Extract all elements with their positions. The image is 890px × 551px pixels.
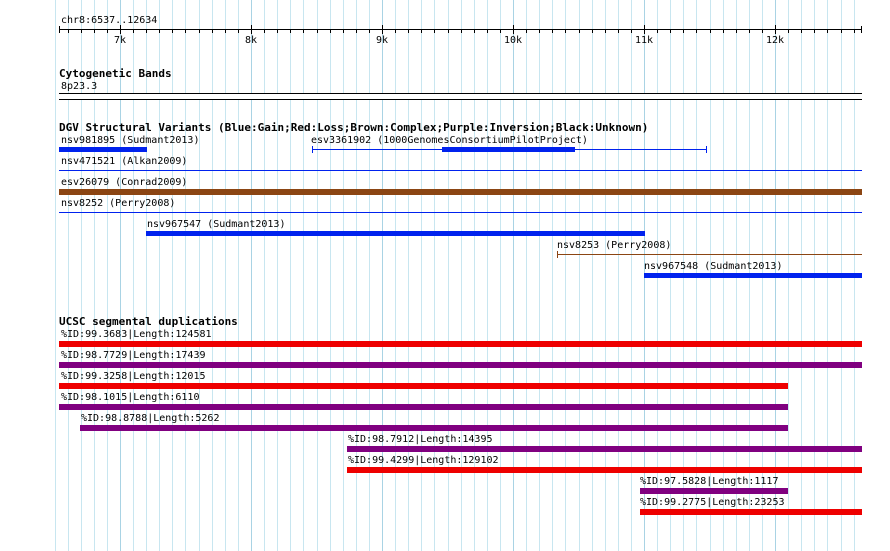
segdup-feature-bar[interactable] [347,467,862,473]
dgv-feature-label: esv26079 (Conrad2009) [61,177,188,188]
dgv-feature-bar[interactable] [644,273,862,278]
segdup-feature-bar[interactable] [347,446,862,452]
segdup-feature-bar[interactable] [80,425,788,431]
segdup-feature-label: %ID:99.3683|Length:124581 [61,329,212,340]
dgv-feature-bar[interactable] [59,189,862,195]
segdup-feature-label: %ID:98.7912|Length:14395 [348,434,493,445]
ruler-left-arrow-icon [59,26,60,33]
cytoband-band[interactable] [59,93,862,100]
dgv-feature-label: nsv967548 (Sudmant2013) [644,261,783,272]
dgv-feature-label: nsv967547 (Sudmant2013) [147,219,286,230]
segdup-feature-label: %ID:97.5828|Length:1117 [640,476,779,487]
dgv-feature-line[interactable] [59,170,862,171]
segdup-feature-label: %ID:98.8788|Length:5262 [81,413,220,424]
segdup-feature-bar[interactable] [59,362,862,368]
dgv-feature-label: esv3361902 (1000GenomesConsortiumPilotPr… [311,135,588,146]
segdup-feature-label: %ID:99.4299|Length:129102 [348,455,499,466]
segdup-feature-bar[interactable] [59,341,862,347]
dgv-feature-start-tick [312,146,313,153]
segdup-feature-label: %ID:98.7729|Length:17439 [61,350,206,361]
ruler-tick-12k: 12k [765,35,785,46]
segdup-feature-bar[interactable] [59,404,788,410]
ruler-tick-10k: 10k [503,35,523,46]
segdup-feature-bar[interactable] [640,488,788,494]
dgv-feature-label: nsv8253 (Perry2008) [557,240,672,251]
dgv-feature-line[interactable] [59,212,862,213]
segdup-feature-label: %ID:98.1015|Length:6110 [61,392,200,403]
ruler-axis[interactable] [59,29,862,30]
ruler-tick-7k: 7k [113,35,127,46]
segdup-feature-bar[interactable] [59,383,788,389]
dgv-feature-label: nsv8252 (Perry2008) [61,198,176,209]
dgv-feature-bar[interactable] [59,147,147,152]
dgv-feature-label: nsv471521 (Alkan2009) [61,156,188,167]
ruler-right-arrow-icon [861,26,862,33]
segdup-feature-bar[interactable] [640,509,862,515]
segdup-track-title: UCSC segmental duplications [59,315,238,328]
dgv-track-title: DGV Structural Variants (Blue:Gain;Red:L… [59,121,649,134]
dgv-feature-start-tick [557,251,558,258]
ruler-tick-8k: 8k [244,35,258,46]
cytoband-label: 8p23.3 [61,81,98,92]
segdup-feature-label: %ID:99.2775|Length:23253 [640,497,785,508]
cytoband-track-title: Cytogenetic Bands [59,67,172,80]
dgv-feature-bar[interactable] [146,231,645,236]
ruler-position-label: chr8:6537..12634 [61,15,158,26]
ruler-tick-9k: 9k [375,35,389,46]
dgv-feature-line[interactable] [557,254,862,255]
segdup-feature-label: %ID:99.3258|Length:12015 [61,371,206,382]
ruler-tick-11k: 11k [634,35,654,46]
dgv-feature-label: nsv981895 (Sudmant2013) [61,135,200,146]
dgv-feature-bar[interactable] [442,147,575,152]
dgv-feature-end-tick [706,146,707,153]
